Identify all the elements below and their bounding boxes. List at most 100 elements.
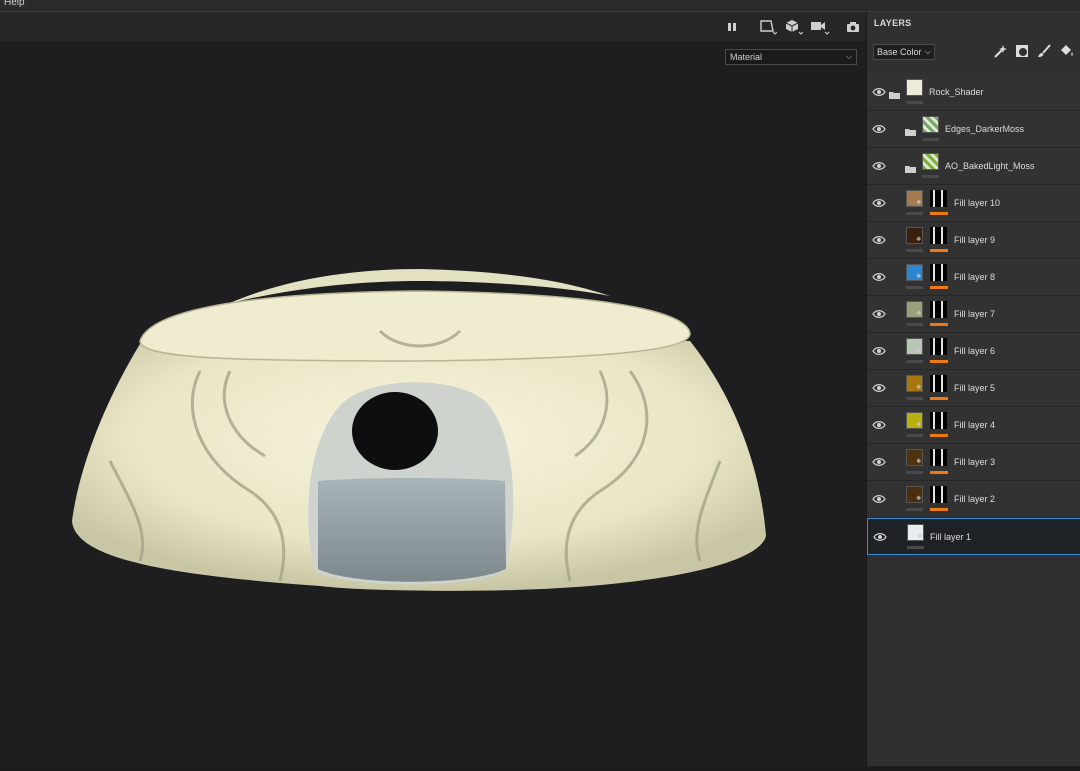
paint-drop-icon: ❖ <box>916 274 922 280</box>
layer-color-swatch: ❖ <box>906 486 923 503</box>
layer-color-swatch: ❖ <box>906 227 923 244</box>
layer-color-swatch <box>906 79 923 96</box>
mask-indicator-bar <box>930 434 948 437</box>
mask-indicator-bar <box>930 360 948 363</box>
layer-mask-thumbnail[interactable] <box>930 375 947 392</box>
folder-icon[interactable] <box>905 161 917 173</box>
layer-row[interactable]: ❖ Fill layer 2 <box>867 481 1080 518</box>
eye-visibility-icon[interactable] <box>872 233 886 247</box>
layer-row[interactable]: Rock_Shader <box>867 74 1080 111</box>
layer-row[interactable]: AO_BakedLight_Moss <box>867 148 1080 185</box>
viewport-frame-icon[interactable] <box>757 17 779 37</box>
layer-name: Fill layer 4 <box>954 420 996 430</box>
layers-panel: LAYERS Base Color ⌵ Rock_Shader Edges_Dar… <box>866 12 1080 766</box>
mask-indicator-bar <box>930 323 948 326</box>
layer-name: Fill layer 3 <box>954 457 996 467</box>
paint-brush-icon[interactable] <box>1035 42 1053 60</box>
layer-name: Fill layer 10 <box>954 198 1001 208</box>
opacity-bar <box>906 471 923 474</box>
material-mode-select[interactable]: Material ⌵ <box>725 49 857 65</box>
layer-name: Fill layer 5 <box>954 383 996 393</box>
layer-mask-thumbnail[interactable] <box>930 412 947 429</box>
eye-visibility-icon[interactable] <box>872 307 886 321</box>
eye-visibility-icon[interactable] <box>872 159 886 173</box>
paint-drop-icon: ❖ <box>916 496 922 502</box>
layer-row[interactable]: ❖ Fill layer 4 <box>867 407 1080 444</box>
eye-visibility-icon[interactable] <box>872 85 886 99</box>
mask-indicator-bar <box>930 249 948 252</box>
folder-open-icon[interactable] <box>889 87 901 99</box>
layer-list: Rock_Shader Edges_DarkerMoss AO_BakedLight… <box>867 74 1080 555</box>
paint-drop-icon: ❖ <box>916 200 922 206</box>
layer-color-swatch: ❖ <box>907 524 924 541</box>
layer-name: Fill layer 2 <box>954 494 996 504</box>
viewport-toolbar <box>0 12 866 41</box>
opacity-bar <box>906 286 923 289</box>
mask-indicator-bar <box>930 286 948 289</box>
opacity-bar <box>906 397 923 400</box>
opacity-bar <box>922 175 939 178</box>
eye-visibility-icon[interactable] <box>872 270 886 284</box>
layer-texture-thumbnail <box>922 116 939 133</box>
opacity-bar <box>906 360 923 363</box>
layer-name: Fill layer 8 <box>954 272 996 282</box>
eye-visibility-icon[interactable] <box>872 196 886 210</box>
layer-row[interactable]: ❖ Fill layer 1 <box>867 518 1080 555</box>
opacity-bar <box>922 138 939 141</box>
eye-visibility-icon[interactable] <box>872 418 886 432</box>
layer-mask-thumbnail[interactable] <box>930 338 947 355</box>
paint-drop-icon: ❖ <box>916 385 922 391</box>
layer-name: Fill layer 9 <box>954 235 996 245</box>
material-mode-value: Material <box>730 52 763 62</box>
layer-color-swatch: ❖ <box>906 264 923 281</box>
layer-row[interactable]: ❖ Fill layer 5 <box>867 370 1080 407</box>
layer-row[interactable]: ❖ Fill layer 10 <box>867 185 1080 222</box>
layer-row[interactable]: ❖ Fill layer 8 <box>867 259 1080 296</box>
menu-help[interactable]: Help <box>4 0 25 8</box>
layer-name: AO_BakedLight_Moss <box>945 161 1035 171</box>
mask-indicator-bar <box>930 212 948 215</box>
cube-view-icon[interactable] <box>783 17 805 37</box>
layer-mask-thumbnail[interactable] <box>930 190 947 207</box>
3d-viewport[interactable] <box>0 41 866 766</box>
camera-video-icon[interactable] <box>809 17 831 37</box>
add-effect-icon[interactable] <box>991 42 1009 60</box>
layer-name: Edges_DarkerMoss <box>945 124 1025 134</box>
fill-bucket-icon[interactable] <box>1057 42 1075 60</box>
channel-select-value: Base Color <box>877 47 922 57</box>
mask-indicator-bar <box>930 508 948 511</box>
layer-color-swatch: ❖ <box>906 301 923 318</box>
add-mask-icon[interactable] <box>1013 42 1031 60</box>
layer-name: Fill layer 1 <box>930 532 972 542</box>
layer-row[interactable]: ❖ Fill layer 9 <box>867 222 1080 259</box>
layer-mask-thumbnail[interactable] <box>930 449 947 466</box>
layer-mask-thumbnail[interactable] <box>930 264 947 281</box>
chevron-down-icon: ⌵ <box>924 47 931 56</box>
layer-mask-thumbnail[interactable] <box>930 227 947 244</box>
layer-row[interactable]: ❖ Fill layer 7 <box>867 296 1080 333</box>
layer-row[interactable]: Edges_DarkerMoss <box>867 111 1080 148</box>
eye-visibility-icon[interactable] <box>872 455 886 469</box>
layer-color-swatch: ❖ <box>906 190 923 207</box>
eye-visibility-icon[interactable] <box>872 344 886 358</box>
opacity-bar <box>906 212 923 215</box>
layer-mask-thumbnail[interactable] <box>930 301 947 318</box>
opacity-bar <box>906 101 923 104</box>
paint-drop-icon: ❖ <box>917 534 923 540</box>
layer-color-swatch: ❖ <box>906 449 923 466</box>
layer-mask-thumbnail[interactable] <box>930 486 947 503</box>
layer-color-swatch: ❖ <box>906 338 923 355</box>
layer-color-swatch: ❖ <box>906 412 923 429</box>
pause-icon[interactable] <box>721 17 743 37</box>
eye-visibility-icon[interactable] <box>872 381 886 395</box>
folder-icon[interactable] <box>905 124 917 136</box>
eye-visibility-icon[interactable] <box>872 492 886 506</box>
eye-visibility-icon[interactable] <box>873 530 887 544</box>
screenshot-camera-icon[interactable] <box>842 17 864 37</box>
layer-row[interactable]: ❖ Fill layer 3 <box>867 444 1080 481</box>
opacity-bar <box>906 323 923 326</box>
layer-name: Rock_Shader <box>929 87 984 97</box>
layer-row[interactable]: ❖ Fill layer 6 <box>867 333 1080 370</box>
eye-visibility-icon[interactable] <box>872 122 886 136</box>
channel-select[interactable]: Base Color ⌵ <box>873 44 935 60</box>
